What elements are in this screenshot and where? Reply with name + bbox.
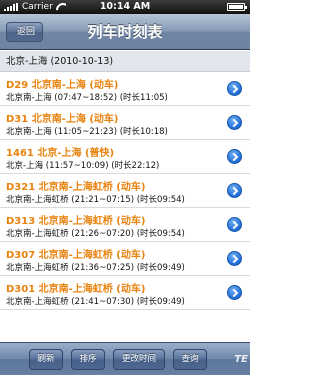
battery-icon [227,3,247,11]
status-time: 10:14 AM [99,1,151,12]
train-row[interactable]: 1461 北京-上海 (普快) 北京-上海 (11:57~10:09) (时长2… [0,140,250,174]
status-bar: Carrier 10:14 AM [0,0,250,14]
train-title: D31 北京南-上海 (动车) [6,114,119,125]
train-row[interactable]: D321 北京南-上海虹桥 (动车) 北京南-上海虹桥 (21:21~07:15… [0,174,250,208]
train-list[interactable]: D29 北京南-上海 (动车) 北京南-上海 (07:47~18:52) (时长… [0,72,250,342]
route-section-header: 北京-上海 (2010-10-13) [0,51,250,72]
detail-disclosure-icon[interactable] [227,115,242,130]
train-row[interactable]: D31 北京南-上海 (动车) 北京南-上海 (11:05~21:23) (时长… [0,106,250,140]
query-button[interactable]: 查询 [173,349,207,370]
change-time-button[interactable]: 更改时间 [113,349,165,370]
train-title: D313 北京南-上海虹桥 (动车) [6,216,146,227]
sort-button[interactable]: 排序 [71,349,105,370]
train-detail: 北京-上海 (11:57~10:09) (时长22:12) [6,161,160,171]
train-row[interactable]: D29 北京南-上海 (动车) 北京南-上海 (07:47~18:52) (时长… [0,72,250,106]
detail-disclosure-icon[interactable] [227,251,242,266]
train-detail: 北京南-上海虹桥 (21:36~07:25) (时长09:49) [6,263,185,273]
bottom-toolbar: 刷新 排序 更改时间 查询 TE [0,342,250,375]
train-detail: 北京南-上海虹桥 (21:41~07:30) (时长09:49) [6,297,185,307]
train-detail: 北京南-上海虹桥 (21:26~07:20) (时长09:54) [6,229,185,239]
train-title: D29 北京南-上海 (动车) [6,80,119,91]
detail-disclosure-icon[interactable] [227,217,242,232]
page-title: 列车时刻表 [87,23,163,41]
train-title: D321 北京南-上海虹桥 (动车) [6,182,146,193]
refresh-button[interactable]: 刷新 [29,349,63,370]
detail-disclosure-icon[interactable] [227,183,242,198]
train-title: D301 北京南-上海虹桥 (动车) [6,284,146,295]
detail-disclosure-icon[interactable] [227,285,242,300]
train-row[interactable]: D307 北京南-上海虹桥 (动车) 北京南-上海虹桥 (21:36~07:25… [0,242,250,276]
train-detail: 北京南-上海 (11:05~21:23) (时长10:18) [6,127,168,137]
watermark-logo: TE [234,354,248,365]
train-title: D307 北京南-上海虹桥 (动车) [6,250,146,261]
train-detail: 北京南-上海 (07:47~18:52) (时长11:05) [6,93,168,103]
navigation-bar: 返回 列车时刻表 [0,14,250,50]
train-row[interactable]: D313 北京南-上海虹桥 (动车) 北京南-上海虹桥 (21:26~07:20… [0,208,250,242]
train-title: 1461 北京-上海 (普快) [6,148,115,159]
train-detail: 北京南-上海虹桥 (21:21~07:15) (时长09:54) [6,195,185,205]
detail-disclosure-icon[interactable] [227,81,242,96]
train-row[interactable]: D301 北京南-上海虹桥 (动车) 北京南-上海虹桥 (21:41~07:30… [0,276,250,310]
detail-disclosure-icon[interactable] [227,149,242,164]
train-row[interactable] [0,310,250,342]
